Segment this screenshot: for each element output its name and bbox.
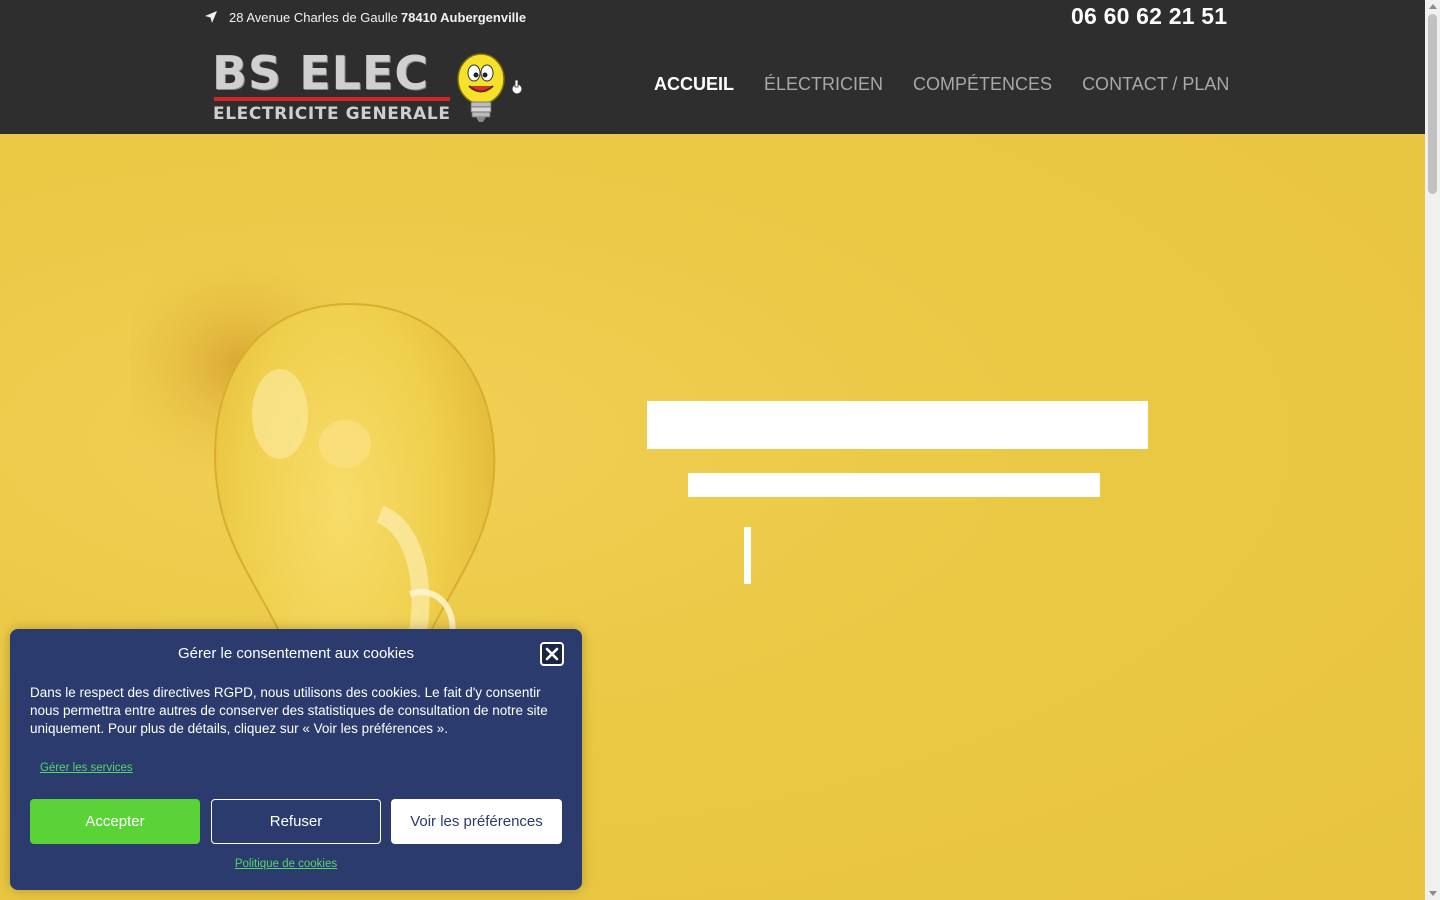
cookie-consent-banner: Gérer le consentement aux cookies Dans l… bbox=[10, 629, 582, 890]
nav-item-electricien[interactable]: ÉLECTRICIEN bbox=[764, 74, 883, 95]
phone-number[interactable]: 06 60 62 21 51 bbox=[1071, 3, 1227, 30]
cookie-policy-link[interactable]: Politique de cookies bbox=[10, 858, 562, 870]
cookie-title: Gérer le consentement aux cookies bbox=[178, 645, 414, 662]
refuse-button[interactable]: Refuser bbox=[211, 799, 381, 844]
location-arrow-icon bbox=[204, 10, 218, 24]
slide-title-block bbox=[647, 401, 1148, 449]
slide-caret-block bbox=[744, 527, 751, 584]
nav-item-contact[interactable]: CONTACT / PLAN bbox=[1082, 74, 1229, 95]
cookie-description: Dans le respect des directives RGPD, nou… bbox=[30, 685, 548, 736]
scroll-down-icon[interactable] bbox=[1429, 891, 1437, 896]
address-bar: 28 Avenue Charles de Gaulle 78410 Auberg… bbox=[204, 8, 526, 26]
logo-underline bbox=[214, 97, 450, 101]
nav-item-competences[interactable]: COMPÉTENCES bbox=[913, 74, 1052, 95]
page-scrollbar[interactable] bbox=[1425, 0, 1440, 900]
manage-services-link[interactable]: Gérer les services bbox=[40, 762, 133, 774]
bulb-mascot-icon bbox=[457, 53, 523, 122]
slide-subtitle-block bbox=[688, 473, 1100, 497]
preferences-button[interactable]: Voir les préférences bbox=[391, 799, 562, 844]
nav-item-accueil[interactable]: ACCUEIL bbox=[654, 74, 734, 95]
site-header: 28 Avenue Charles de Gaulle 78410 Auberg… bbox=[0, 0, 1425, 134]
logo-main-text: BS ELEC bbox=[212, 46, 430, 100]
address-street: 28 Avenue Charles de Gaulle bbox=[229, 9, 398, 25]
site-logo[interactable]: BS ELEC ELECTRICITE GENERALE bbox=[212, 48, 527, 128]
scroll-up-icon[interactable] bbox=[1429, 4, 1437, 9]
main-nav: ACCUEIL ÉLECTRICIEN COMPÉTENCES CONTACT … bbox=[654, 74, 1229, 95]
logo-sub-text: ELECTRICITE GENERALE bbox=[213, 104, 451, 124]
scroll-thumb[interactable] bbox=[1428, 14, 1437, 194]
accept-button[interactable]: Accepter bbox=[30, 799, 200, 844]
close-icon[interactable] bbox=[540, 642, 564, 666]
address-city: 78410 Aubergenville bbox=[400, 9, 527, 25]
